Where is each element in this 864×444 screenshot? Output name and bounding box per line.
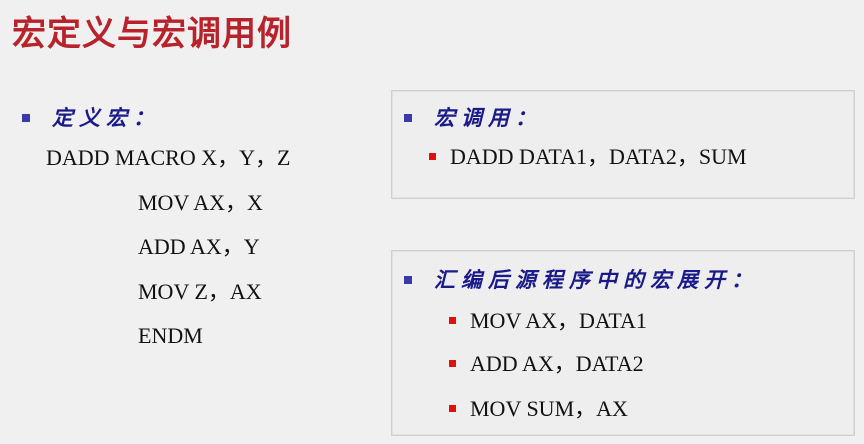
definition-heading-text: 定义宏： <box>52 105 160 130</box>
expansion-item: ADD AX，DATA2 <box>449 349 644 379</box>
red-bullet-icon <box>449 360 456 368</box>
call-heading: 宏调用： <box>404 104 542 132</box>
heading-bullet-icon <box>22 113 30 122</box>
expansion-heading: 汇编后源程序中的宏展开： <box>404 266 758 294</box>
heading-bullet-icon <box>404 275 412 284</box>
expansion-heading-text: 汇编后源程序中的宏展开： <box>434 267 758 292</box>
expansion-item-text: ADD AX，DATA2 <box>470 351 644 376</box>
page-title: 宏定义与宏调用例 <box>12 14 292 54</box>
expansion-item-text: MOV AX，DATA1 <box>470 308 647 333</box>
definition-heading: 定义宏： <box>22 104 160 132</box>
red-bullet-icon <box>429 153 436 161</box>
expansion-item-text: MOV SUM，AX <box>470 396 628 421</box>
definition-line: ENDM <box>138 323 203 348</box>
definition-line: ADD AX，Y <box>138 234 260 259</box>
definition-line: MOV AX，X <box>138 190 263 215</box>
expansion-item: MOV SUM，AX <box>449 394 628 424</box>
expansion-item: MOV AX，DATA1 <box>449 306 647 336</box>
red-bullet-icon <box>449 317 456 325</box>
red-bullet-icon <box>449 405 456 413</box>
call-item-text: DADD DATA1，DATA2，SUM <box>450 144 747 169</box>
definition-line: MOV Z，AX <box>138 279 262 304</box>
call-item: DADD DATA1，DATA2，SUM <box>429 142 747 172</box>
heading-bullet-icon <box>404 113 412 122</box>
definition-line: DADD MACRO X，Y，Z <box>46 145 291 170</box>
call-heading-text: 宏调用： <box>434 105 542 130</box>
